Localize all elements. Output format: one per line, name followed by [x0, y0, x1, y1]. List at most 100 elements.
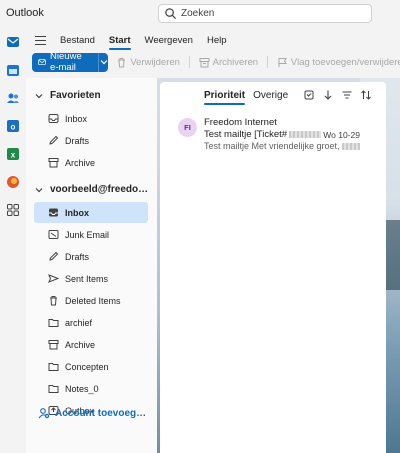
folder-deleted-items[interactable]: Deleted Items [34, 290, 148, 311]
new-mail-button[interactable]: Nieuwe e-mail [32, 51, 99, 73]
archive-icon [48, 158, 59, 168]
favorite-item-label: Inbox [65, 113, 88, 124]
trash-icon [118, 57, 126, 67]
search-icon [165, 8, 177, 20]
delete-label: Verwijderen [130, 56, 180, 68]
message-sender: Freedom Internet [204, 117, 277, 128]
drafts-icon [49, 135, 59, 145]
add-account-label: Account toevoeg… [55, 407, 147, 419]
folder-drafts[interactable]: Drafts [34, 246, 148, 267]
people-app-icon[interactable] [6, 91, 20, 105]
tab-start[interactable]: Start [108, 35, 131, 50]
favorite-item-drafts[interactable]: Drafts [34, 130, 148, 151]
message-subject: Test mailtje [Ticket# [204, 129, 322, 140]
new-mail-dropdown[interactable] [98, 52, 109, 72]
sort-icon[interactable] [360, 89, 372, 101]
toolbar-divider [188, 56, 190, 68]
archive-button[interactable]: Archiveren [199, 57, 258, 68]
favorites-title: Favorieten [50, 90, 101, 101]
flag-button[interactable]: Vlag toevoegen/verwijderen [277, 57, 400, 68]
more-apps-icon[interactable] [6, 203, 20, 217]
toolbar: Nieuwe e-mail Verwijderen Archiveren Vla… [32, 51, 400, 73]
account-header[interactable]: voorbeeld@freedo… [34, 184, 148, 195]
folder-label: Notes_0 [65, 383, 99, 394]
folder-archive[interactable]: Archive [34, 334, 148, 355]
chevron-down-icon [100, 60, 108, 65]
junk-icon [48, 230, 59, 239]
message-item[interactable]: FI Freedom Internet Test mailtje [Ticket… [160, 114, 386, 158]
folder-archief[interactable]: archief [34, 312, 148, 333]
main-shell: Bestand Start Weergeven Help Nieuwe e-ma… [26, 26, 400, 453]
folder-icon [48, 319, 59, 327]
archive-icon [199, 57, 210, 67]
drafts-icon [49, 251, 59, 261]
folder-label: Junk Email [65, 229, 110, 240]
folder-icon [48, 385, 59, 393]
tab-bestand[interactable]: Bestand [60, 35, 95, 46]
send-icon [48, 274, 59, 283]
message-date: Wo 10-29 [323, 130, 360, 140]
folder-pane: Favorieten Inbox Drafts Archive voorbeel… [26, 78, 157, 453]
folder-inbox[interactable]: Inbox [34, 202, 148, 223]
calendar-app-icon[interactable] [6, 63, 20, 77]
tab-other[interactable]: Overige [253, 90, 288, 101]
tab-weergeven[interactable]: Weergeven [145, 35, 193, 46]
flag-icon [278, 57, 287, 67]
folder-label: Drafts [65, 251, 90, 262]
favorite-item-inbox[interactable]: Inbox [34, 108, 148, 129]
folder-label: Inbox [65, 207, 89, 218]
svg-text:x: x [11, 151, 16, 160]
folder-label: Sent Items [65, 273, 109, 284]
redacted-block [289, 130, 322, 138]
chevron-down-icon [35, 93, 43, 98]
message-preview: Test mailtje Met vriendelijke groet, [204, 141, 360, 151]
archive-icon [48, 340, 59, 350]
ribbon-tabs: Bestand Start Weergeven Help [34, 30, 241, 50]
folder-label: Deleted Items [65, 295, 121, 306]
compose-icon [38, 59, 46, 66]
hamburger-menu-icon[interactable] [34, 34, 48, 46]
folder-junk-email[interactable]: Junk Email [34, 224, 148, 245]
office-app-icon[interactable] [6, 175, 20, 189]
favorite-item-label: Drafts [65, 135, 90, 146]
delete-button[interactable]: Verwijderen [116, 57, 180, 68]
add-person-icon [38, 408, 50, 419]
flag-label: Vlag toevoegen/verwijderen [290, 56, 400, 68]
new-mail-label: Nieuwe e-mail [50, 51, 82, 73]
filter-icon[interactable] [341, 89, 353, 101]
toolbar-divider [267, 56, 268, 68]
search-box[interactable]: Zoeken [158, 4, 372, 23]
favorite-item-archive[interactable]: Archive [34, 152, 148, 173]
tab-help[interactable]: Help [207, 35, 227, 46]
mail-app-icon[interactable] [6, 35, 20, 49]
archive-label: Archiveren [212, 56, 259, 68]
folder-label: Concepten [65, 361, 109, 372]
outlook-app-icon[interactable]: o [6, 119, 20, 133]
tab-focused[interactable]: Prioriteit [204, 90, 246, 105]
folder-concepten[interactable]: Concepten [34, 356, 148, 377]
folder-icon [48, 363, 59, 371]
folder-notes-0[interactable]: Notes_0 [34, 378, 148, 399]
select-icon[interactable] [303, 89, 315, 101]
favorite-item-label: Archive [65, 157, 96, 168]
svg-text:o: o [11, 123, 16, 132]
search-placeholder: Zoeken [181, 8, 215, 19]
trash-icon [50, 296, 57, 306]
app-rail: o x [0, 26, 26, 453]
redacted-block [341, 143, 360, 151]
folder-sent-items[interactable]: Sent Items [34, 268, 148, 289]
message-list-header: Prioriteit Overige [160, 82, 386, 108]
jump-down-icon[interactable] [322, 89, 334, 101]
favorites-header[interactable]: Favorieten [34, 90, 101, 101]
app-title: Outlook [6, 7, 44, 19]
title-bar: Outlook Zoeken [0, 0, 400, 26]
add-account-link[interactable]: Account toevoeg… [38, 407, 146, 419]
folder-label: archief [65, 317, 93, 328]
account-title: voorbeeld@freedo… [50, 184, 149, 195]
inbox-icon [49, 208, 58, 217]
ribbon: Bestand Start Weergeven Help Nieuwe e-ma… [26, 26, 400, 78]
chevron-down-icon [35, 187, 43, 192]
folder-label: Archive [65, 339, 96, 350]
sender-avatar: FI [178, 118, 197, 137]
excel-app-icon[interactable]: x [6, 147, 20, 161]
